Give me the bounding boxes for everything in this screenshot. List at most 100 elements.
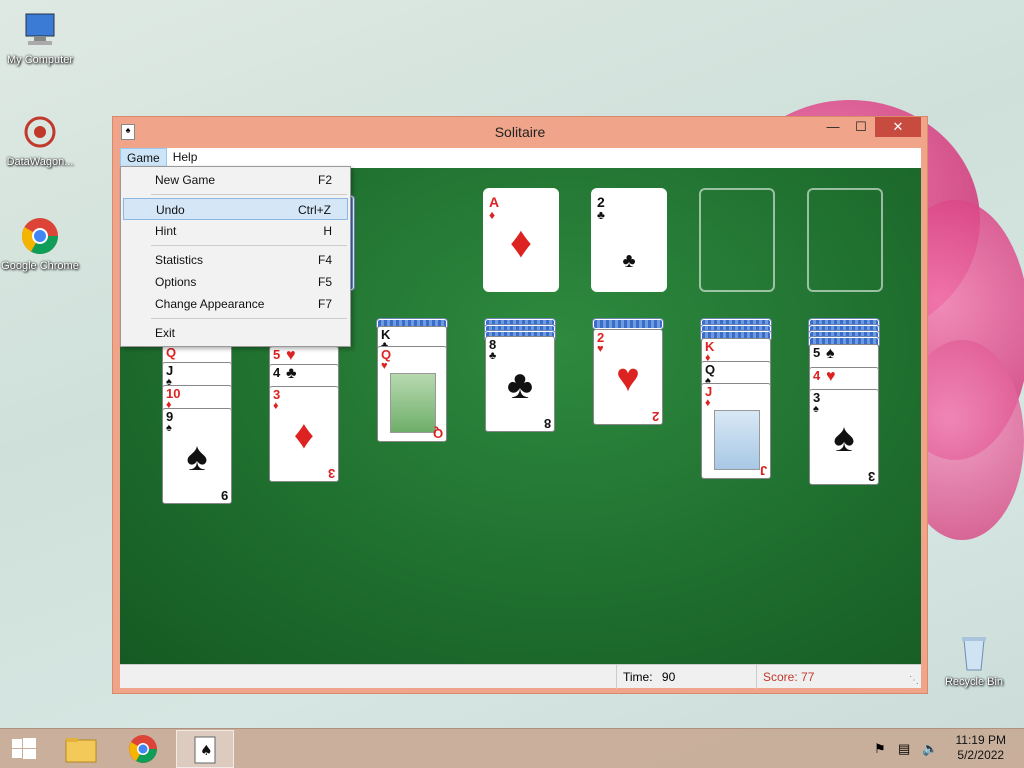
menu-item-label: Hint xyxy=(155,224,177,238)
card-suit-big: ♦ xyxy=(293,413,315,457)
tableau-card[interactable]: 9 ♠ ♠ 9 xyxy=(162,408,232,504)
tableau-card[interactable]: 8 ♣ ♣ 8 xyxy=(485,336,555,432)
card-rank: 4 xyxy=(813,368,821,383)
menu-separator xyxy=(151,318,347,319)
menu-item-undo[interactable]: Undo Ctrl+Z xyxy=(123,198,348,220)
menu-separator xyxy=(151,194,347,195)
card-rank-bottom: 8 xyxy=(543,416,551,431)
card-suit-big: ♦ xyxy=(509,218,533,267)
card-suit-big: ♠ xyxy=(833,416,855,460)
menu-item-label: Options xyxy=(155,275,197,289)
card-rank-bottom: 3 xyxy=(327,466,335,481)
card-suit-big: ♣ xyxy=(622,250,636,272)
start-button[interactable] xyxy=(0,730,58,768)
menu-game[interactable]: Game xyxy=(120,148,167,168)
card-suit: ♥ xyxy=(381,360,388,372)
menu-item-shortcut: H xyxy=(323,224,332,238)
action-center-flag-icon[interactable]: ⚑ xyxy=(874,741,886,757)
card-rank: 4 xyxy=(273,365,281,380)
menu-bar: Game Help xyxy=(120,148,921,168)
chrome-icon xyxy=(20,216,60,256)
taskbar-file-explorer[interactable] xyxy=(52,730,110,768)
clock-time: 11:19 PM xyxy=(955,733,1006,747)
menu-item-shortcut: F2 xyxy=(317,173,332,187)
menu-item-shortcut: F7 xyxy=(317,297,332,311)
menu-item-label: Undo xyxy=(156,203,185,217)
card-suit: ♠ xyxy=(813,403,819,415)
card-suit: ♥ xyxy=(286,347,296,364)
foundation-4[interactable] xyxy=(807,188,883,292)
time-label: Time: xyxy=(623,670,653,684)
desktop-icon-label: Recycle Bin xyxy=(944,676,1004,688)
card-rank-bottom: J xyxy=(759,463,767,478)
card-rank-bottom: 2 xyxy=(651,409,659,424)
card-suit: ♠ xyxy=(826,345,835,362)
network-icon[interactable]: ▤ xyxy=(898,741,910,757)
taskbar-chrome[interactable] xyxy=(114,730,172,768)
card-rank: 5 xyxy=(273,347,281,362)
maximize-button[interactable]: ☐ xyxy=(847,117,875,137)
desktop-icon-datawagon[interactable]: DataWagon... xyxy=(0,112,80,168)
desktop-icon-label: My Computer xyxy=(6,54,74,66)
card-rank-bottom: Q xyxy=(432,426,443,441)
title-bar[interactable]: ♠ Solitaire — ☐ ✕ xyxy=(113,117,927,147)
game-menu-dropdown: New Game F2 Undo Ctrl+Z Hint H Statistic… xyxy=(120,166,351,347)
menu-item-label: Change Appearance xyxy=(155,297,265,311)
foundation-1[interactable]: A ♦ ♦ xyxy=(483,188,559,292)
desktop-icon-my-computer[interactable]: My Computer xyxy=(0,10,80,66)
desktop-icon-chrome[interactable]: Google Chrome xyxy=(0,216,80,272)
card-suit: ♦ xyxy=(273,400,279,412)
card-suit: ♣ xyxy=(489,350,497,362)
menu-item-new-game[interactable]: New Game F2 xyxy=(123,169,348,191)
menu-item-hint[interactable]: Hint H xyxy=(123,220,348,242)
solitaire-icon: ♠ xyxy=(194,736,216,764)
taskbar-clock[interactable]: 11:19 PM 5/2/2022 xyxy=(956,733,1006,763)
tableau-card[interactable]: 3 ♦ ♦ 3 xyxy=(269,386,339,482)
tableau-card[interactable]: J ♦ J xyxy=(701,383,771,479)
card-suit: ♠ xyxy=(166,422,172,434)
menu-item-label: Exit xyxy=(155,326,176,340)
card-suit: ♥ xyxy=(597,343,604,355)
card-suit-big: ♣ xyxy=(506,363,534,407)
menu-item-label: Statistics xyxy=(155,253,204,267)
svg-text:♠: ♠ xyxy=(200,743,213,759)
menu-item-options[interactable]: Options F5 xyxy=(123,271,348,293)
volume-muted-icon[interactable]: 🔈 xyxy=(922,741,938,757)
card-suit: ♣ xyxy=(286,365,297,382)
taskbar-solitaire[interactable]: ♠ xyxy=(176,730,234,768)
window-title: Solitaire xyxy=(494,124,546,140)
card-rank-bottom: 3 xyxy=(867,469,875,484)
card-rank-bottom: 9 xyxy=(220,488,228,503)
menu-item-change-appearance[interactable]: Change Appearance F7 xyxy=(123,293,348,315)
clock-date: 5/2/2022 xyxy=(957,748,1005,762)
desktop-icon-recycle-bin[interactable]: Recycle Bin xyxy=(934,632,1014,688)
tableau-card[interactable]: 2 ♥ ♥ 2 xyxy=(593,329,663,425)
card-suit-big: ♠ xyxy=(186,435,208,479)
queen-artwork xyxy=(390,373,436,433)
foundation-3[interactable] xyxy=(699,188,775,292)
menu-separator xyxy=(151,245,347,246)
face-down-card xyxy=(593,319,663,329)
datawagon-icon xyxy=(20,112,60,152)
foundation-2[interactable]: 2 ♣ ♣ xyxy=(591,188,667,292)
tableau-card[interactable]: 3 ♠ ♠ 3 xyxy=(809,389,879,485)
desktop-icon-label: DataWagon... xyxy=(6,156,74,168)
menu-item-exit[interactable]: Exit xyxy=(123,322,348,344)
card-suit: ♣ xyxy=(597,208,605,222)
chrome-icon xyxy=(129,735,157,763)
tableau-card[interactable]: Q ♥ Q xyxy=(377,346,447,442)
folder-icon xyxy=(65,738,97,763)
close-button[interactable]: ✕ xyxy=(875,117,921,137)
card-suit: ♥ xyxy=(826,368,836,385)
status-bar: Time: 90 Score: 77 ⋱ xyxy=(120,664,921,689)
menu-item-shortcut: Ctrl+Z xyxy=(298,203,331,217)
minimize-button[interactable]: — xyxy=(819,117,847,137)
resize-grip-icon[interactable]: ⋱ xyxy=(909,675,919,686)
score-display: Score: 77 xyxy=(756,665,896,689)
computer-icon xyxy=(20,10,60,50)
recycle-bin-icon xyxy=(954,632,994,672)
menu-item-statistics[interactable]: Statistics F4 xyxy=(123,249,348,271)
taskbar: ♠ ⚑ ▤ 🔈 11:19 PM 5/2/2022 xyxy=(0,728,1024,768)
menu-help[interactable]: Help xyxy=(167,148,204,168)
card-suit: ♦ xyxy=(705,397,711,409)
